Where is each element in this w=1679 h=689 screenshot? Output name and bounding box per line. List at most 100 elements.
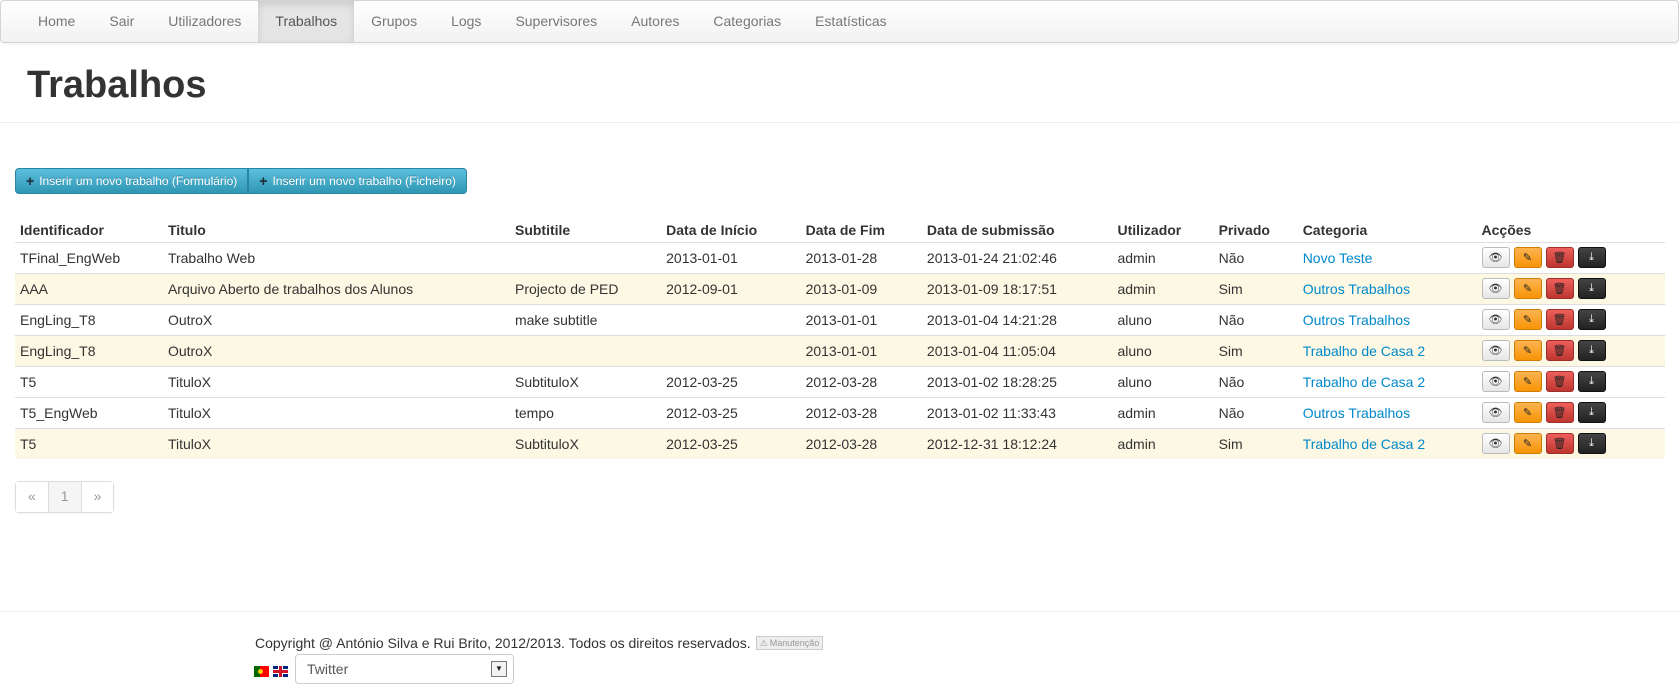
- insert-file-button[interactable]: + Inserir um novo trabalho (Ficheiro): [248, 168, 467, 194]
- view-button[interactable]: 👁: [1481, 433, 1510, 455]
- view-button[interactable]: 👁: [1481, 340, 1510, 361]
- edit-button[interactable]: ✎: [1513, 278, 1542, 299]
- nav-item-logs[interactable]: Logs: [434, 1, 498, 42]
- trash-icon: 🗑: [1552, 345, 1567, 357]
- download-button[interactable]: ⤓: [1577, 309, 1606, 330]
- nav-item-trabalhos[interactable]: Trabalhos: [258, 1, 355, 42]
- pencil-icon: ✎: [1522, 407, 1533, 419]
- view-button[interactable]: 👁: [1481, 278, 1510, 299]
- cell-category: Outros Trabalhos: [1297, 303, 1477, 335]
- column-header: Subtitile: [514, 222, 571, 239]
- table-row: T5 TituloX SubtituloX 2012-03-25 2012-03-28 2…: [15, 427, 1665, 459]
- delete-button[interactable]: 🗑: [1545, 278, 1574, 299]
- insert-form-label: Inserir um novo trabalho (Formulário): [39, 174, 238, 188]
- cell-start: [661, 334, 801, 366]
- cell-actions: 👁 ✎ 🗑 ⤓: [1476, 272, 1665, 304]
- download-button[interactable]: ⤓: [1577, 247, 1606, 268]
- cell-private: Não: [1213, 396, 1298, 428]
- pagination-prev[interactable]: «: [16, 482, 48, 512]
- delete-button[interactable]: 🗑: [1545, 247, 1574, 268]
- cell-end: 2013-01-01: [800, 303, 922, 335]
- cell-id: EngLing_T8: [15, 334, 163, 366]
- download-icon: ⤓: [1589, 344, 1594, 356]
- uk-flag-icon[interactable]: [273, 666, 288, 677]
- category-link[interactable]: Novo Teste: [1303, 250, 1373, 266]
- edit-button[interactable]: ✎: [1513, 247, 1542, 268]
- edit-button[interactable]: ✎: [1513, 433, 1542, 455]
- download-button[interactable]: ⤓: [1577, 402, 1606, 423]
- nav-item-autores[interactable]: Autores: [614, 1, 696, 42]
- delete-button[interactable]: 🗑: [1545, 402, 1574, 423]
- cell-end: 2012-03-28: [800, 365, 922, 397]
- edit-button[interactable]: ✎: [1513, 340, 1542, 361]
- cell-submitted: 2013-01-04 14:21:28: [921, 303, 1113, 335]
- trash-icon: 🗑: [1552, 283, 1567, 295]
- download-icon: ⤓: [1589, 437, 1594, 450]
- download-icon: ⤓: [1589, 282, 1594, 294]
- chevron-down-icon[interactable]: ▼: [491, 661, 507, 677]
- copyright-text: Copyright @ António Silva e Rui Brito, 2…: [255, 635, 751, 651]
- cell-id: TFinal_EngWeb: [15, 241, 163, 273]
- footer-copyright: Copyright @ António Silva e Rui Brito, 2…: [255, 635, 824, 651]
- cell-id: T5: [15, 427, 163, 459]
- download-button[interactable]: ⤓: [1577, 278, 1606, 299]
- download-button[interactable]: ⤓: [1577, 433, 1606, 455]
- insert-file-label: Inserir um novo trabalho (Ficheiro): [272, 174, 456, 188]
- trash-icon: 🗑: [1552, 438, 1567, 451]
- download-button[interactable]: ⤓: [1577, 340, 1606, 361]
- category-link[interactable]: Trabalho de Casa 2: [1303, 436, 1425, 452]
- plus-icon: +: [259, 173, 268, 189]
- pagination-current[interactable]: 1: [47, 482, 81, 512]
- category-link[interactable]: Outros Trabalhos: [1303, 405, 1410, 421]
- cell-submitted: 2013-01-09 18:17:51: [921, 272, 1113, 304]
- edit-button[interactable]: ✎: [1513, 402, 1542, 423]
- cell-title: Trabalho Web: [162, 241, 510, 273]
- pencil-icon: ✎: [1522, 314, 1533, 326]
- eye-icon: 👁: [1488, 314, 1503, 326]
- pencil-icon: ✎: [1522, 376, 1533, 388]
- cell-actions: 👁 ✎ 🗑 ⤓: [1476, 365, 1665, 397]
- cell-subtitle: Projecto de PED: [509, 272, 662, 304]
- delete-button[interactable]: 🗑: [1545, 433, 1574, 455]
- category-link[interactable]: Trabalho de Casa 2: [1303, 343, 1425, 359]
- category-link[interactable]: Outros Trabalhos: [1303, 312, 1410, 328]
- view-button[interactable]: 👁: [1481, 247, 1510, 268]
- plus-icon: +: [26, 173, 35, 189]
- delete-button[interactable]: 🗑: [1545, 371, 1574, 392]
- download-button[interactable]: ⤓: [1577, 371, 1606, 392]
- pencil-icon: ✎: [1522, 283, 1533, 295]
- insert-form-button[interactable]: + Inserir um novo trabalho (Formulário): [15, 168, 249, 194]
- cell-actions: 👁 ✎ 🗑 ⤓: [1476, 396, 1665, 428]
- nav-item-utilizadores[interactable]: Utilizadores: [151, 1, 258, 42]
- view-button[interactable]: 👁: [1481, 371, 1510, 392]
- nav-item-grupos[interactable]: Grupos: [354, 1, 434, 42]
- nav-item-home[interactable]: Home: [21, 1, 92, 42]
- pagination-next[interactable]: »: [80, 482, 114, 512]
- delete-button[interactable]: 🗑: [1545, 309, 1574, 330]
- eye-icon: 👁: [1488, 438, 1503, 451]
- cell-title: Arquivo Aberto de trabalhos dos Alunos: [162, 272, 510, 304]
- nav-item-sair[interactable]: Sair: [92, 1, 151, 42]
- social-select[interactable]: Twitter ▼: [295, 654, 514, 684]
- cell-title: TituloX: [162, 396, 510, 428]
- cell-submitted: 2013-01-02 11:33:43: [921, 396, 1113, 428]
- delete-button[interactable]: 🗑: [1545, 340, 1574, 361]
- view-button[interactable]: 👁: [1481, 402, 1510, 423]
- cell-user: admin: [1112, 241, 1214, 273]
- nav-item-categorias[interactable]: Categorias: [696, 1, 798, 42]
- view-button[interactable]: 👁: [1481, 309, 1510, 330]
- portugal-flag-icon[interactable]: [254, 666, 269, 677]
- maintenance-badge[interactable]: ⚠ Manutenção: [755, 636, 824, 650]
- cell-title: TituloX: [162, 365, 510, 397]
- nav-item-supervisores[interactable]: Supervisores: [498, 1, 614, 42]
- cell-user: admin: [1112, 272, 1214, 304]
- cell-start: 2012-03-25: [661, 365, 801, 397]
- table-row: T5_EngWeb TituloX tempo 2012-03-25 2012-03-2…: [15, 396, 1665, 428]
- nav-menu: Home Sair Utilizadores Trabalhos Grupos Logs S…: [21, 1, 1678, 42]
- category-link[interactable]: Trabalho de Casa 2: [1303, 374, 1425, 390]
- edit-button[interactable]: ✎: [1513, 371, 1542, 392]
- nav-item-estat-sticas[interactable]: Estatísticas: [798, 1, 904, 42]
- edit-button[interactable]: ✎: [1513, 309, 1542, 330]
- category-link[interactable]: Outros Trabalhos: [1303, 281, 1410, 297]
- pagination: « 1 »: [15, 481, 115, 513]
